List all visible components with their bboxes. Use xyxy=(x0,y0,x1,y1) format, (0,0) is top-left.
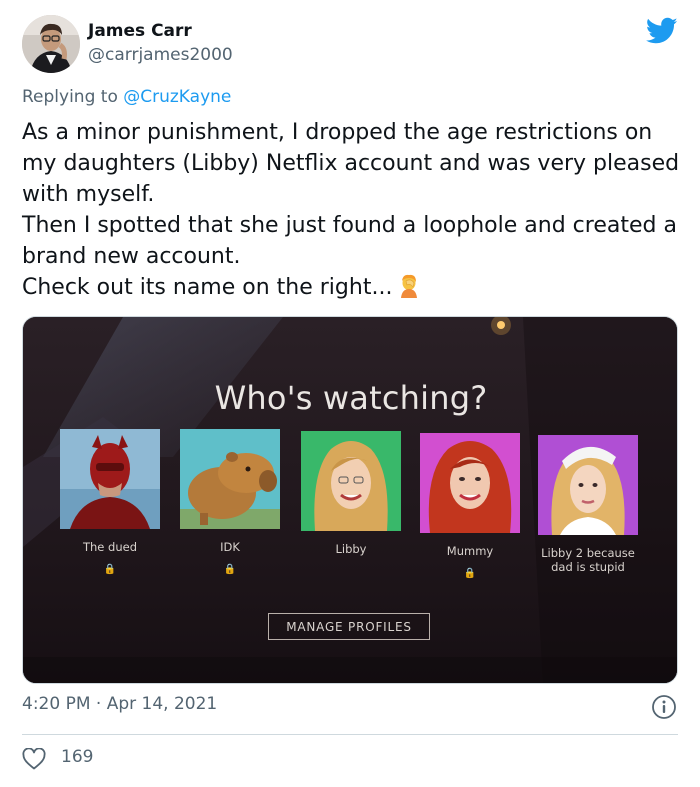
tweet-timestamp[interactable]: 4:20 PM · Apr 14, 2021 xyxy=(22,694,217,714)
heart-icon[interactable] xyxy=(22,748,46,770)
tweet-card: James Carr @carrjames2000 Replying to @C… xyxy=(0,0,700,787)
profile-name: Libby 2 because dad is stupid xyxy=(541,546,635,574)
tweet-media-photo[interactable]: Who's watching? The dued 🔒 IDK 🔒 Libby M… xyxy=(22,316,678,684)
reply-context: Replying to @CruzKayne xyxy=(22,87,231,107)
profile-tile[interactable]: Libby 2 because dad is stupid xyxy=(533,435,643,574)
author-name[interactable]: James Carr xyxy=(88,21,192,41)
blonde-girl-icon xyxy=(538,435,638,535)
capybara-icon xyxy=(180,429,280,529)
twitter-bird-icon[interactable] xyxy=(646,17,678,45)
facepalm-emoji-icon xyxy=(401,274,418,298)
info-icon[interactable] xyxy=(651,694,677,720)
lock-icon: 🔒 xyxy=(223,564,237,575)
like-count: 169 xyxy=(61,747,94,767)
tweet-line: Then I spotted that she just found a loo… xyxy=(22,213,677,269)
divider xyxy=(22,734,678,735)
lock-icon: 🔒 xyxy=(103,564,117,575)
author-handle[interactable]: @carrjames2000 xyxy=(88,45,233,65)
redhead-woman-icon xyxy=(420,433,520,533)
profile-name: Mummy xyxy=(446,544,494,558)
profile-tile[interactable]: The dued 🔒 xyxy=(55,429,165,576)
profile-name: IDK xyxy=(220,540,240,554)
profile-tile[interactable]: Libby xyxy=(296,431,406,556)
profile-tile[interactable]: IDK 🔒 xyxy=(175,429,285,576)
tweet-line: As a minor punishment, I dropped the age… xyxy=(22,120,680,207)
blonde-woman-icon xyxy=(301,431,401,531)
tweet-line: Check out its name on the right... xyxy=(22,272,687,303)
manage-profiles-button[interactable]: MANAGE PROFILES xyxy=(268,613,430,640)
tweet-text: As a minor punishment, I dropped the age… xyxy=(22,117,687,303)
whos-watching-heading: Who's watching? xyxy=(214,379,488,417)
reply-mention-link[interactable]: @CruzKayne xyxy=(123,87,231,107)
masked-hero-icon xyxy=(60,429,160,529)
profile-name: The dued xyxy=(82,540,137,554)
reply-prefix: Replying to xyxy=(22,87,124,107)
profile-name: Libby xyxy=(335,542,367,556)
profile-tile[interactable]: Mummy 🔒 xyxy=(415,433,525,580)
author-avatar[interactable] xyxy=(22,15,80,73)
lock-icon: 🔒 xyxy=(463,568,477,579)
